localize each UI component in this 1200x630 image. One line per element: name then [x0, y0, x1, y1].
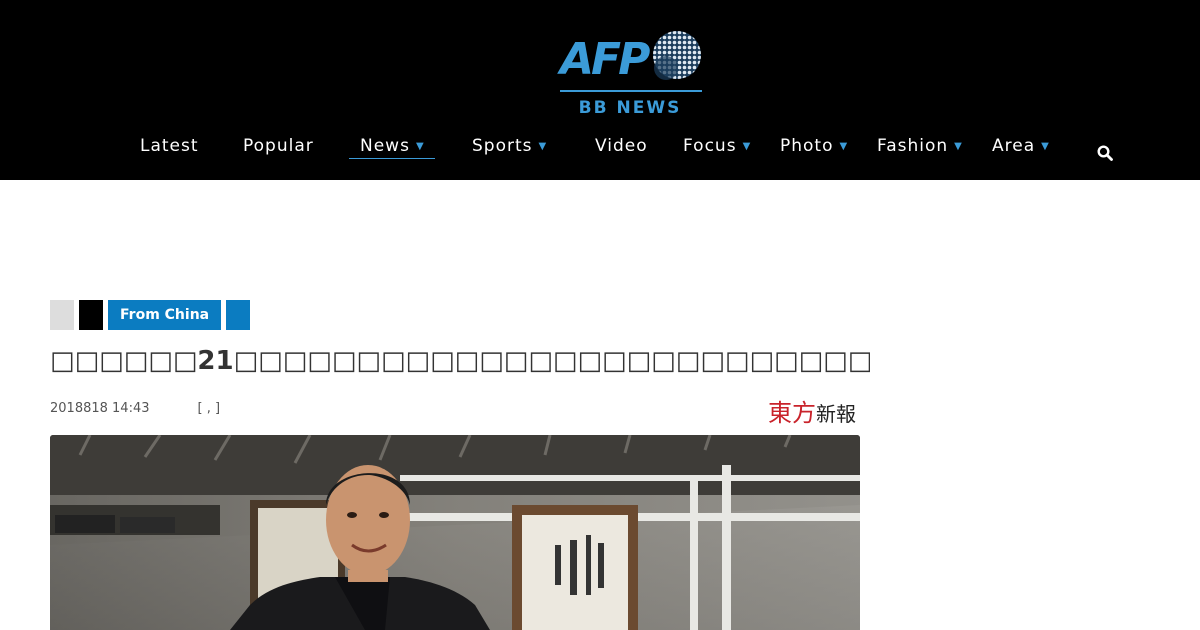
afp-bb-news-logo[interactable]: AFP BB NEWS [558, 28, 702, 120]
nav-label: Photo [780, 136, 834, 156]
logo-bb-news-text: BB NEWS [578, 98, 682, 118]
nav-item-area[interactable]: Area ▼ [992, 136, 1050, 156]
site-header: AFP BB NEWS Latest Popular News ▼ Sports ▼… [0, 0, 1200, 180]
nav-item-photo[interactable]: Photo ▼ [780, 136, 848, 156]
share-button-black[interactable] [79, 300, 103, 330]
chevron-down-icon: ▼ [839, 141, 849, 152]
globe-icon [653, 31, 701, 80]
nav-label: Fashion [877, 136, 949, 156]
tag-blue-small[interactable] [226, 300, 250, 330]
nav-item-sports[interactable]: Sports ▼ [472, 136, 547, 156]
publisher-logo-black-text: 新報 [816, 402, 856, 426]
publisher-logo: 東方新報 [768, 393, 856, 427]
article-source: [ , ] [197, 401, 221, 416]
nav-item-video[interactable]: Video [595, 136, 648, 156]
article-photo [50, 435, 860, 630]
tag-from-china[interactable]: From China [108, 300, 222, 330]
chevron-down-icon: ▼ [742, 141, 752, 152]
article-date: 2018818 14:43 [50, 401, 150, 416]
nav-label: Latest [140, 136, 199, 156]
nav-item-fashion[interactable]: Fashion ▼ [877, 136, 963, 156]
share-button-gray[interactable] [50, 300, 74, 330]
nav-label: Popular [243, 136, 314, 156]
photo-illustration [50, 435, 860, 630]
article-meta: 2018818 14:43 [ , ] [50, 401, 220, 416]
nav-item-focus[interactable]: Focus ▼ [683, 136, 751, 156]
publisher-logo-red-text: 東方 [768, 399, 816, 427]
chevron-down-icon: ▼ [1041, 141, 1050, 152]
logo-afp-text: AFP [560, 34, 650, 85]
article-title: □□□□□□21□□□□□□□□□□□□□□□□□□□□□□□□□□□□□ [50, 346, 870, 376]
search-icon[interactable] [1097, 145, 1113, 161]
chevron-down-icon: ▼ [415, 141, 425, 152]
chevron-down-icon: ▼ [954, 141, 963, 152]
logo-underline [560, 90, 702, 92]
nav-label: Area [992, 136, 1036, 156]
nav-item-popular[interactable]: Popular [243, 136, 314, 156]
chevron-down-icon: ▼ [538, 141, 548, 152]
main-nav: Latest Popular News ▼ Sports ▼ Video Focus… [0, 136, 1200, 166]
nav-item-latest[interactable]: Latest [140, 136, 199, 156]
nav-label: News [360, 136, 410, 156]
nav-label: Sports [472, 136, 533, 156]
nav-item-news[interactable]: News ▼ [349, 136, 435, 159]
nav-label: Video [595, 136, 648, 156]
nav-label: Focus [683, 136, 737, 156]
